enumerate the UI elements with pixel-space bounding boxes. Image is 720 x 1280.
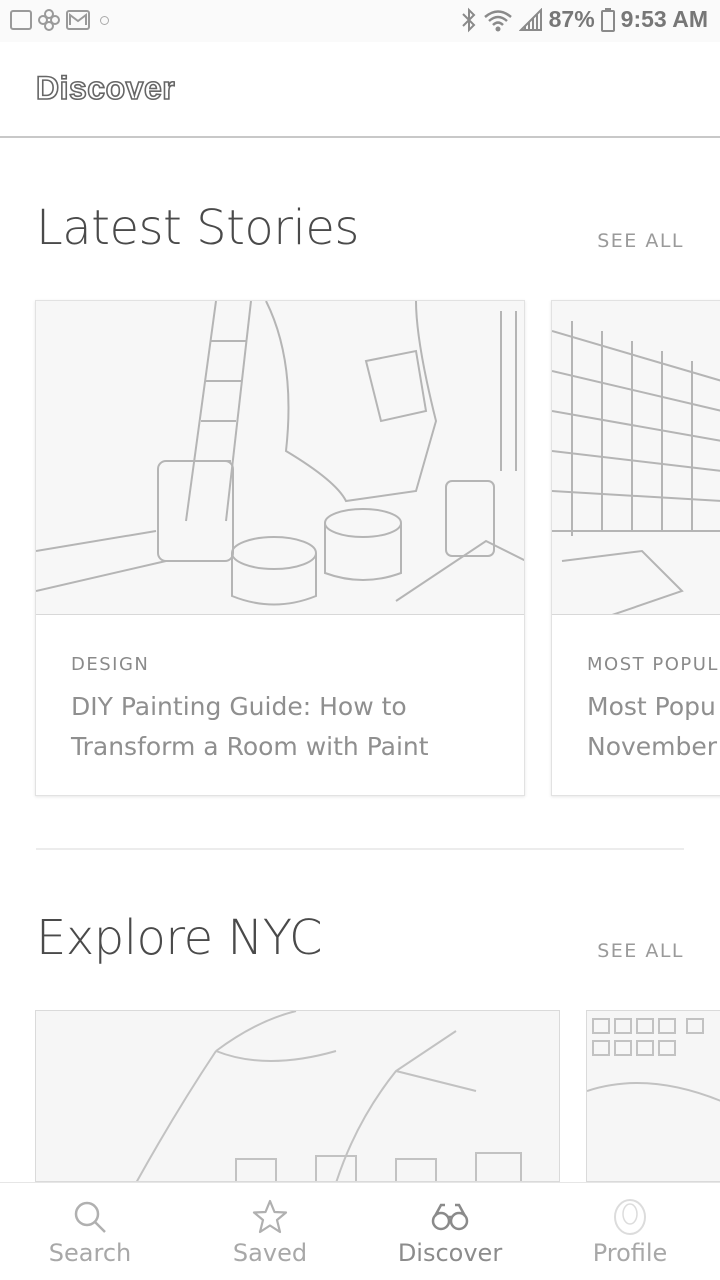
star-icon [252,1199,288,1234]
signal-icon [518,7,542,31]
story-title-line: November [587,732,718,761]
nav-profile-label: Profile [592,1239,668,1267]
explore-heading: Explore NYC [36,910,323,966]
nav-discover[interactable]: Discover [360,1183,540,1280]
tree-street-photo[interactable] [35,1010,560,1182]
story-title-line: Most Popu [587,692,716,721]
page-title: Discover [35,69,176,107]
clock: 9:53 AM [620,6,708,32]
nav-saved-label: Saved [232,1239,308,1267]
bookshelf-photo [552,301,720,615]
story-title: DIY Painting Guide: How to Transform a R… [71,687,429,767]
battery-percent: 87% [548,6,595,32]
image-notification-icon [10,10,32,30]
battery-icon [600,7,615,32]
status-bar: 87% 9:53 AM [0,0,720,42]
explore-see-all-link[interactable]: SEE ALL [597,940,684,962]
story-title-line: DIY Painting Guide: How to [71,692,407,721]
story-category: DESIGN [71,654,150,675]
profile-icon [614,1199,646,1235]
story-card[interactable]: DESIGN DIY Painting Guide: How to Transf… [35,300,525,796]
app-bar: Discover [0,42,720,138]
latest-stories-heading: Latest Stories [36,200,359,256]
bluetooth-icon [461,7,476,32]
nav-profile[interactable]: Profile [540,1183,720,1280]
binoculars-icon [431,1203,469,1231]
bottom-navigation: Search Saved Discover Profile [0,1182,720,1280]
painting-photo [36,301,524,615]
system-icons: 87% 9:53 AM [461,6,708,33]
nav-saved[interactable]: Saved [180,1183,360,1280]
section-divider [36,848,684,850]
story-title-line: Transform a Room with Paint [71,732,429,761]
nav-discover-label: Discover [397,1239,503,1267]
search-icon [74,1201,106,1233]
story-card[interactable]: MOST POPUL Most Popu November [551,300,720,796]
nav-search-label: Search [48,1239,132,1267]
notification-icons [10,9,109,31]
story-title: Most Popu November [587,687,717,767]
flower-notification-icon [38,9,60,31]
dot-icon [100,15,109,25]
building-photo[interactable] [586,1010,720,1182]
gmail-icon [66,10,90,30]
nav-search[interactable]: Search [0,1183,180,1280]
latest-see-all-link[interactable]: SEE ALL [597,230,684,252]
wifi-icon [483,9,512,31]
story-category: MOST POPUL [587,654,719,675]
